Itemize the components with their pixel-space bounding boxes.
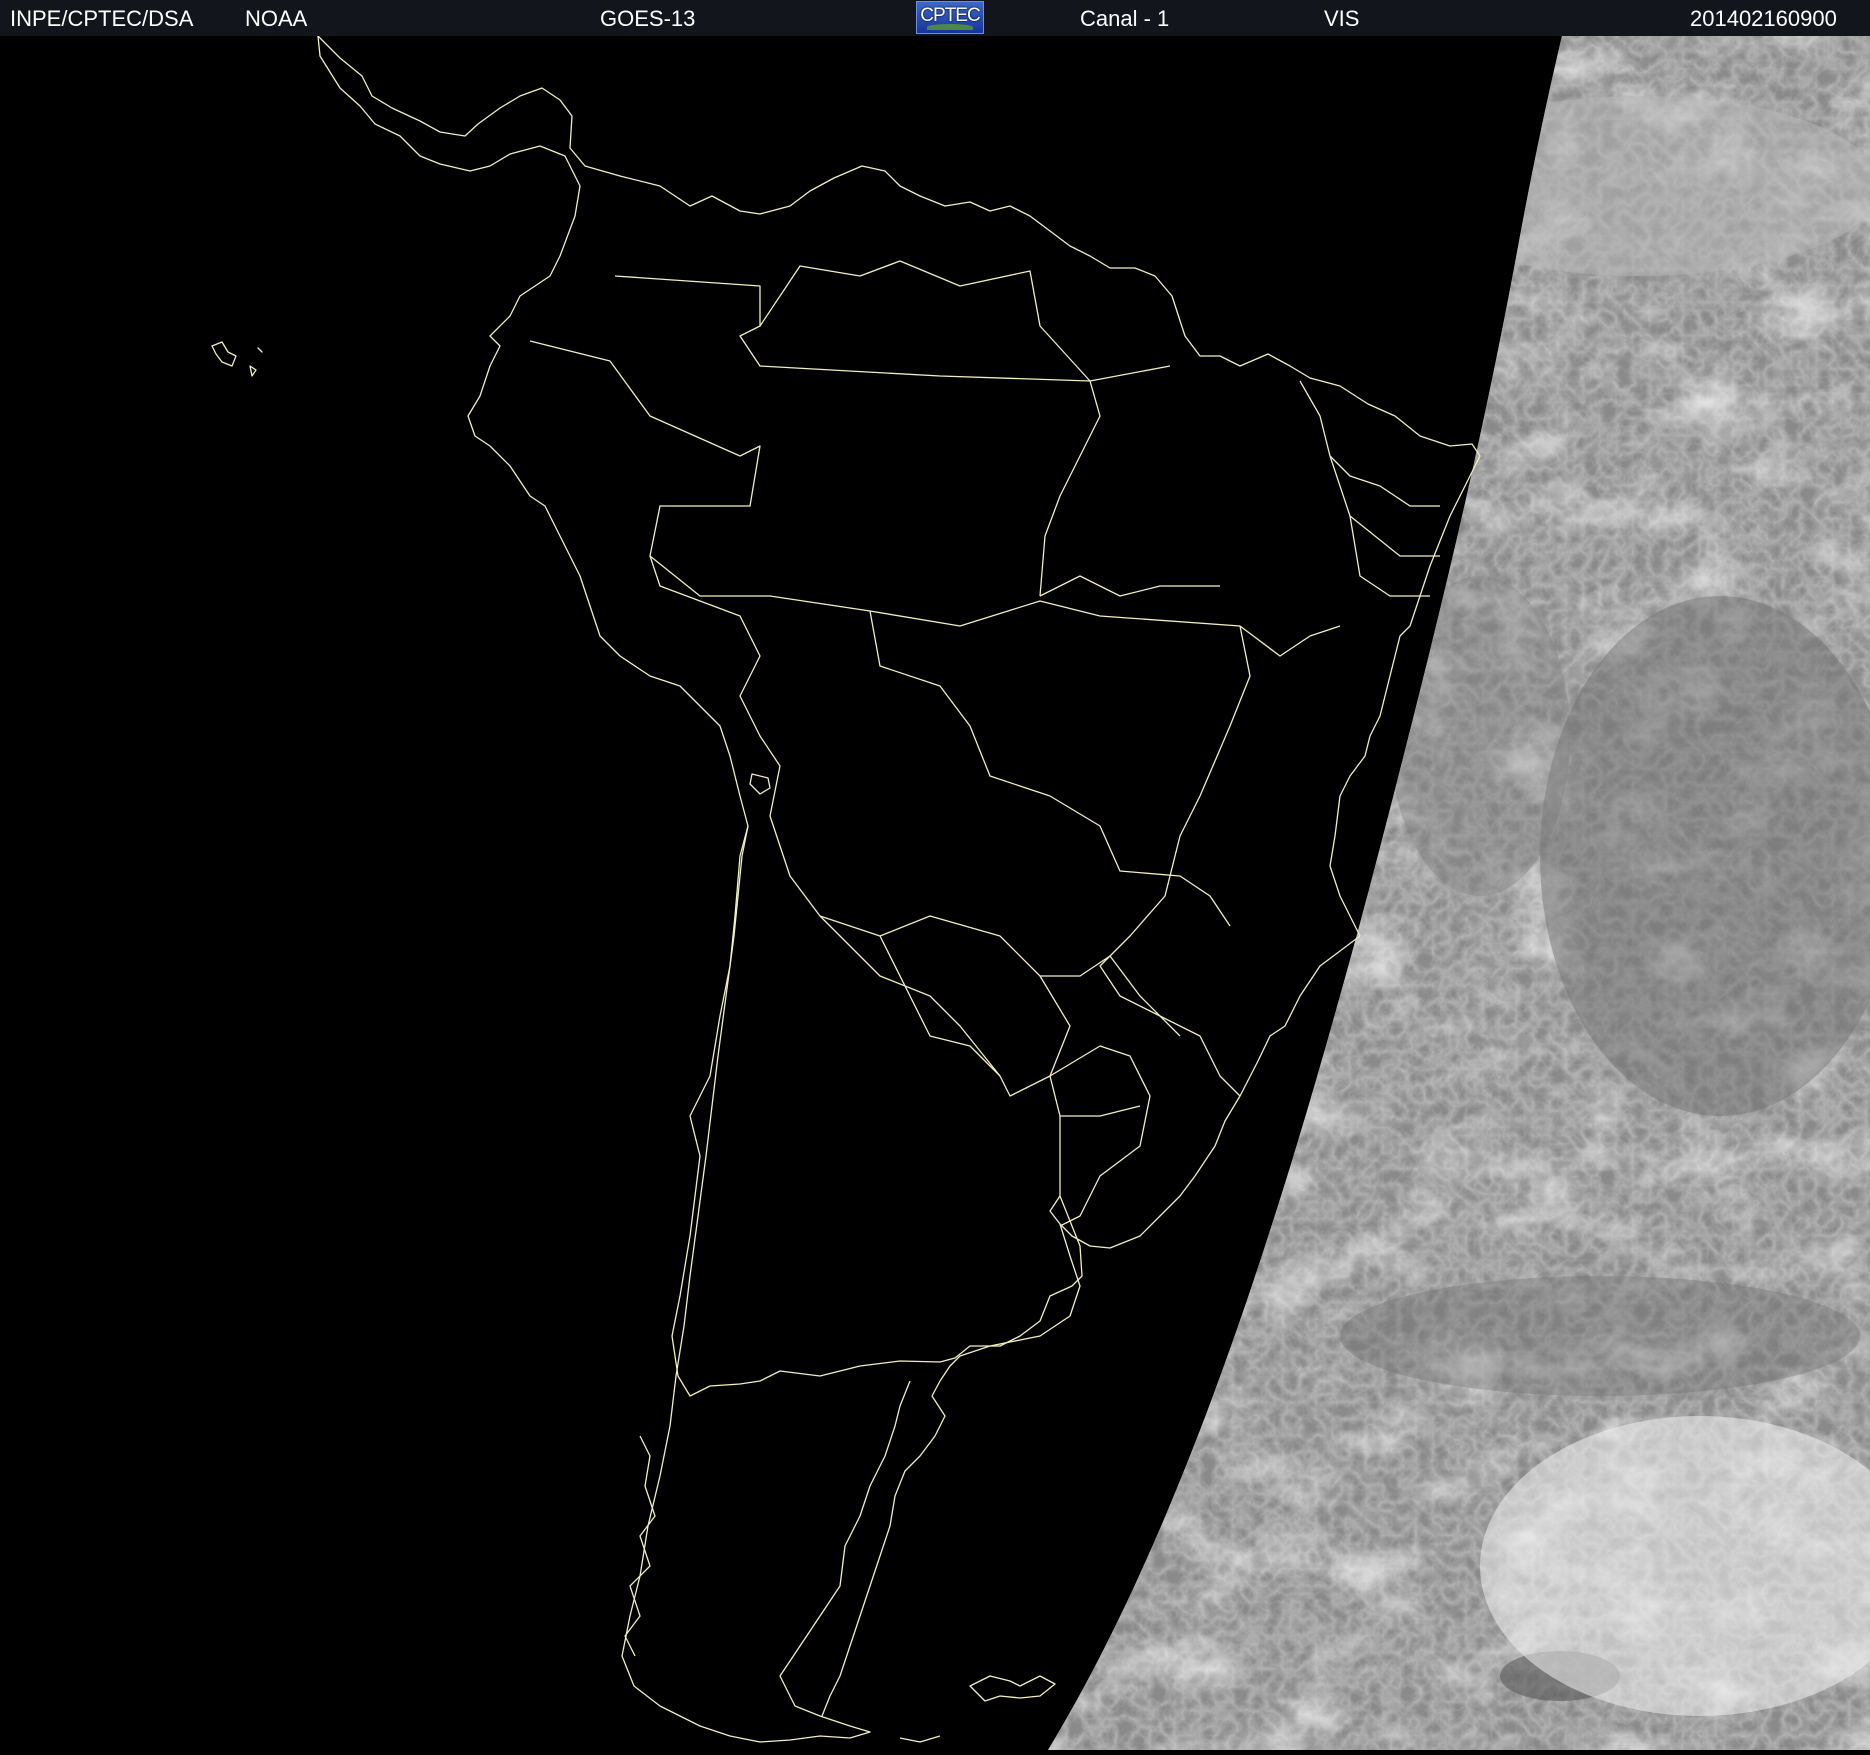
map-svg bbox=[0, 35, 1870, 1750]
source-label: NOAA bbox=[245, 6, 308, 31]
logo-text: CPTEC bbox=[920, 5, 980, 26]
satellite-image bbox=[0, 35, 1870, 1750]
agency-label: INPE/CPTEC/DSA bbox=[10, 6, 194, 31]
datetime-label: 201402160900 bbox=[1690, 6, 1837, 31]
satellite-label: GOES-13 bbox=[600, 6, 696, 31]
header-bar: INPE/CPTEC/DSA NOAA GOES-13 CPTEC Canal … bbox=[0, 0, 1870, 37]
channel-label: Canal - 1 bbox=[1080, 6, 1170, 31]
band-label: VIS bbox=[1324, 6, 1360, 31]
cptec-logo: CPTEC bbox=[916, 1, 984, 34]
